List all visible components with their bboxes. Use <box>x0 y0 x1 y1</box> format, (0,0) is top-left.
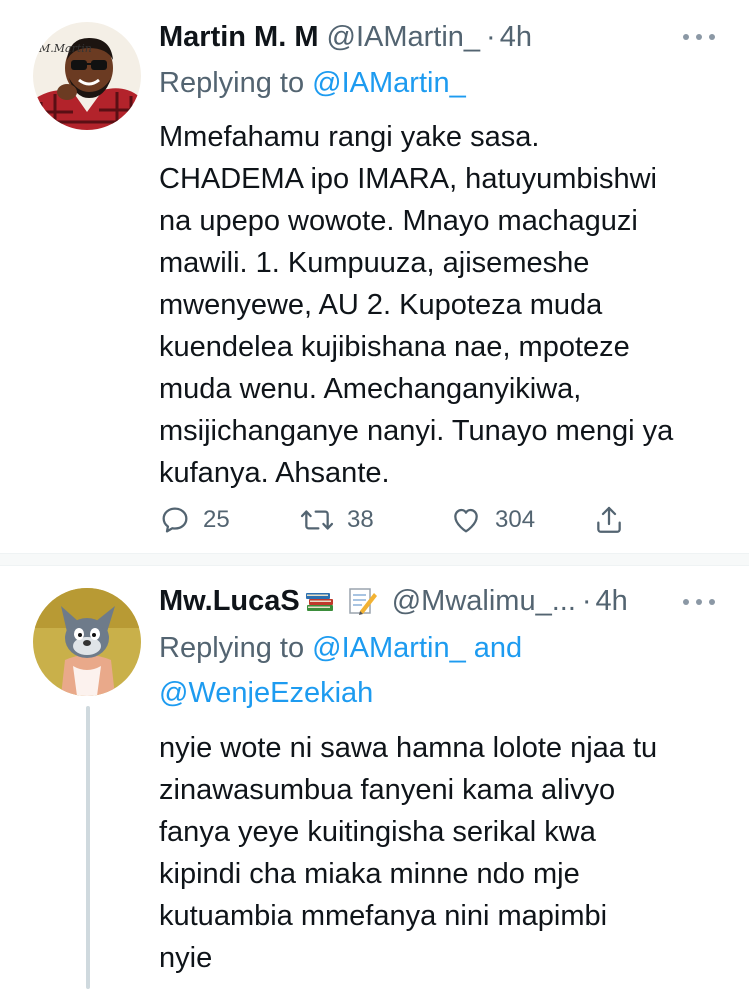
separator-dot: · <box>486 20 496 53</box>
body-line: nyie <box>159 942 213 974</box>
reply-count: 25 <box>203 506 230 533</box>
separator-dot: · <box>581 584 592 617</box>
share-button[interactable] <box>593 504 625 536</box>
tweet-actions: 25 38 304 <box>159 498 639 542</box>
replying-to: Replying to @IAMartin_ <box>159 62 466 104</box>
body-line: na upepo wowote. Mnayo machaguzi <box>159 205 638 237</box>
body-line: zinawasumbua fanyeni kama alivyo <box>159 774 616 806</box>
body-line: kutuambia mmefanya nini mapimbi <box>159 900 608 932</box>
replying-prefix: Replying to <box>159 632 305 664</box>
replying-mention[interactable]: @IAMartin_ <box>312 632 466 664</box>
memo-icon <box>348 588 377 615</box>
replying-prefix: Replying to <box>159 67 305 99</box>
like-count: 304 <box>495 506 536 533</box>
reply-icon <box>162 507 188 533</box>
like-button[interactable]: 304 <box>449 504 535 536</box>
body-line: CHADEMA ipo IMARA, hatuyumbishwi <box>159 163 657 195</box>
body-line: msijichanganye nanyi. Tunayo mengi ya <box>159 415 674 447</box>
tweet-header: Mw.LucaS @Mwalimu_... · 4h <box>159 581 628 621</box>
author-handle[interactable]: @Mwalimu_... <box>392 585 576 618</box>
tweet-body: nyie wote ni sawa hamna lolote njaa tu z… <box>159 727 724 979</box>
body-line: Mmefahamu rangi yake sasa. <box>159 121 540 153</box>
tweet-martin[interactable]: M.Martin Martin M. M @IAMartin_ · 4h Rep… <box>0 0 749 553</box>
avatar-signature: M.Martin <box>38 42 92 55</box>
tweet-header: Martin M. M @IAMartin_ · 4h <box>159 17 532 57</box>
author-name[interactable]: Mw.LucaS <box>159 585 300 618</box>
body-line: nyie wote ni sawa hamna lolote njaa tu <box>159 732 658 764</box>
retweet-icon <box>300 510 334 530</box>
body-line: kufanya. Ahsante. <box>159 457 390 489</box>
retweet-button[interactable]: 38 <box>299 504 374 536</box>
body-line: muda wenu. Amechanganyikiwa, <box>159 373 582 405</box>
replying-mention-2[interactable]: @WenjeEzekiah <box>159 677 373 709</box>
replying-and: and <box>473 632 523 664</box>
profile-avatar-icon <box>33 588 141 696</box>
retweet-count: 38 <box>347 506 374 533</box>
body-line: kipindi cha miaka minne ndo mje <box>159 858 580 890</box>
body-line: fanya yeye kuitingisha serikal kwa <box>159 816 596 848</box>
body-line: mwenyewe, AU 2. Kupoteza muda <box>159 289 603 321</box>
more-options-icon[interactable] <box>683 33 715 41</box>
avatar-lucas[interactable] <box>33 588 141 696</box>
avatar-martin[interactable]: M.Martin <box>33 22 141 130</box>
profile-avatar-icon: M.Martin <box>33 22 141 130</box>
tweet-time[interactable]: 4h <box>596 585 628 618</box>
books-icon <box>305 593 333 611</box>
tweet-divider <box>0 553 749 566</box>
body-line: kuendelea kujibishana nae, mpoteze <box>159 331 630 363</box>
author-name[interactable]: Martin M. M <box>159 21 319 54</box>
body-line: mawili. 1. Kumpuuza, ajisemeshe <box>159 247 590 279</box>
replying-mention[interactable]: @IAMartin_ <box>312 67 466 99</box>
replying-to-2: @WenjeEzekiah <box>159 672 373 714</box>
replying-to: Replying to @IAMartin_ and <box>159 627 522 669</box>
tweet-time[interactable]: 4h <box>500 21 532 54</box>
author-handle[interactable]: @IAMartin_ <box>327 21 481 54</box>
share-icon <box>597 506 621 533</box>
reply-button[interactable]: 25 <box>159 504 230 536</box>
more-options-icon[interactable] <box>683 598 715 606</box>
thread-line <box>86 706 90 989</box>
heart-icon <box>454 508 478 533</box>
tweet-body: Mmefahamu rangi yake sasa. CHADEMA ipo I… <box>159 116 724 494</box>
